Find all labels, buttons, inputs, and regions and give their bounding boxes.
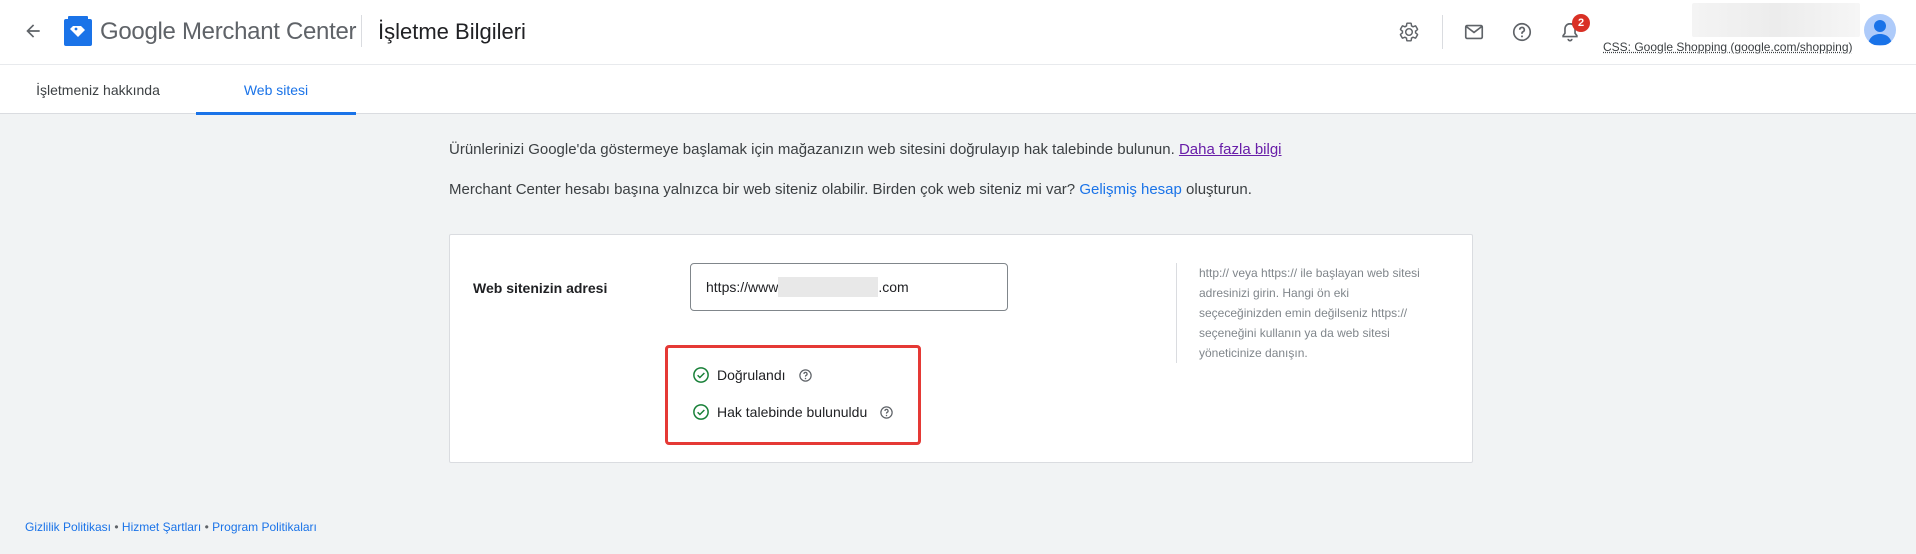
merchant-center-logo-icon	[64, 16, 92, 46]
settings-icon[interactable]	[1396, 19, 1422, 45]
brand-product: Merchant Center	[181, 18, 357, 45]
url-suffix: .com	[878, 279, 909, 295]
page-title: İşletme Bilgileri	[378, 19, 526, 44]
tab-label: İşletmeniz hakkında	[36, 81, 160, 98]
tab-bar: İşletmeniz hakkında Web sitesi	[0, 64, 1916, 115]
website-url-input[interactable]: https://www .com	[690, 263, 1008, 311]
tab-website[interactable]: Web sitesi	[196, 65, 356, 115]
website-helper-text: http:// veya https:// ile başlayan web s…	[1176, 263, 1426, 363]
learn-more-link[interactable]: Daha fazla bilgi	[1179, 141, 1282, 158]
help-icon[interactable]	[798, 368, 813, 383]
mail-icon[interactable]	[1461, 19, 1487, 45]
intro-text-1: Ürünlerinizi Google'da göstermeye başlam…	[449, 141, 1175, 158]
tab-about-business[interactable]: İşletmeniz hakkında	[0, 65, 196, 114]
advanced-account-link[interactable]: Gelişmiş hesap	[1079, 181, 1182, 198]
tab-label: Web sitesi	[243, 81, 309, 98]
intro-text-2-after: oluşturun.	[1186, 181, 1252, 198]
url-domain-redacted	[778, 277, 879, 297]
intro-text-2: Merchant Center hesabı başına yalnızca b…	[449, 181, 1076, 198]
terms-of-service-link[interactable]: Hizmet Şartları	[122, 520, 201, 534]
footer-separator: •	[114, 520, 119, 534]
footer-links: Gizlilik Politikası • Hizmet Şartları • …	[25, 520, 317, 534]
status-claimed: Hak talebinde bulunuldu	[692, 403, 894, 421]
intro-line-1: Ürünlerinizi Google'da göstermeye başlam…	[449, 141, 1282, 158]
website-address-label: Web sitenizin adresi	[473, 280, 608, 296]
help-icon[interactable]	[1509, 19, 1535, 45]
url-prefix: https://www	[706, 279, 779, 295]
program-policies-link[interactable]: Program Politikaları	[212, 520, 317, 534]
account-name-redacted	[1692, 3, 1860, 37]
header-icons-divider	[1442, 15, 1443, 49]
status-claimed-label: Hak talebinde bulunuldu	[717, 404, 868, 420]
status-verified-label: Doğrulandı	[717, 367, 786, 383]
privacy-policy-link[interactable]: Gizlilik Politikası	[25, 520, 111, 534]
check-circle-icon	[693, 404, 709, 420]
status-verified: Doğrulandı	[692, 366, 813, 384]
avatar[interactable]	[1864, 14, 1896, 46]
website-card: Web sitenizin adresi https://www .com ht…	[449, 234, 1473, 463]
arrow-back-icon[interactable]	[18, 16, 48, 46]
notification-count-badge: 2	[1572, 14, 1590, 32]
brand-google: Google	[100, 18, 176, 45]
status-highlight-box	[665, 345, 921, 445]
top-app-bar: Google Merchant Center İşletme Bilgileri…	[0, 0, 1916, 64]
help-icon[interactable]	[879, 405, 894, 420]
header-divider	[361, 15, 362, 47]
intro-line-2: Merchant Center hesabı başına yalnızca b…	[449, 181, 1252, 198]
account-css-label[interactable]: CSS: Google Shopping (google.com/shoppin…	[1603, 40, 1853, 54]
check-circle-icon	[693, 367, 709, 383]
footer-separator: •	[204, 520, 209, 534]
app-brand: Google Merchant Center	[100, 18, 357, 46]
